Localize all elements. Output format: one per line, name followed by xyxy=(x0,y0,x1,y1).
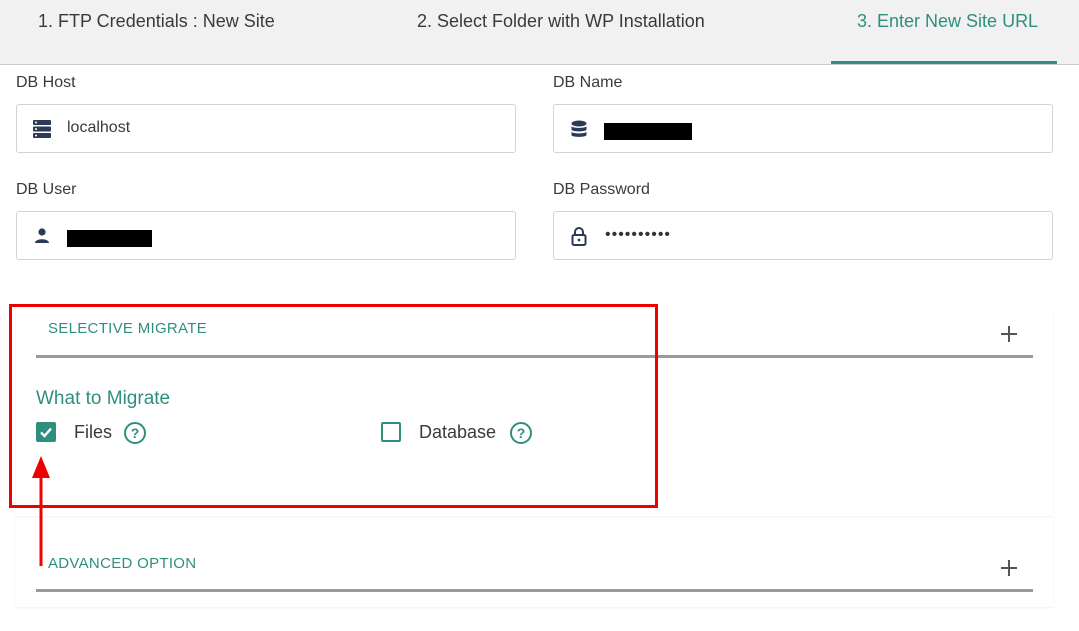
annotation-arrow-icon xyxy=(32,456,50,566)
user-icon xyxy=(35,228,49,243)
db-user-label: DB User xyxy=(16,181,77,198)
db-name-redacted-value xyxy=(604,123,692,140)
advanced-option-panel: ADVANCED OPTION xyxy=(16,518,1053,607)
database-icon xyxy=(571,120,587,137)
db-name-field[interactable] xyxy=(553,104,1053,153)
db-name-label: DB Name xyxy=(553,74,623,91)
advanced-option-header[interactable]: ADVANCED OPTION xyxy=(36,538,1033,592)
db-host-field[interactable]: localhost xyxy=(16,104,516,153)
db-user-redacted-value xyxy=(67,230,152,247)
wizard-steps: 1. FTP Credentials : New Site 2. Select … xyxy=(0,0,1079,65)
db-host-label: DB Host xyxy=(16,74,76,91)
expand-plus-icon[interactable] xyxy=(999,324,1019,344)
db-user-field[interactable] xyxy=(16,211,516,260)
db-password-label: DB Password xyxy=(553,181,650,198)
step-ftp-credentials[interactable]: 1. FTP Credentials : New Site xyxy=(38,0,275,64)
step-enter-site-url[interactable]: 3. Enter New Site URL xyxy=(831,0,1057,64)
step-select-folder[interactable]: 2. Select Folder with WP Installation xyxy=(417,0,705,64)
db-password-value: •••••••••• xyxy=(605,226,672,243)
db-password-field[interactable]: •••••••••• xyxy=(553,211,1053,260)
lock-icon xyxy=(571,227,587,246)
highlight-box xyxy=(9,304,658,508)
expand-plus-icon[interactable] xyxy=(999,558,1019,578)
advanced-option-title: ADVANCED OPTION xyxy=(48,555,197,572)
server-icon xyxy=(33,120,51,138)
db-host-value: localhost xyxy=(67,119,131,136)
